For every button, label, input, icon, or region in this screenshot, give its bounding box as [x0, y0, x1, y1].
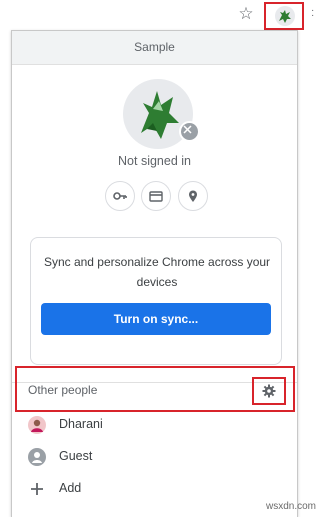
dragon-avatar-icon [279, 10, 291, 23]
sync-card: Sync and personalize Chrome across your … [30, 237, 282, 365]
sync-description: Sync and personalize Chrome across your … [43, 255, 271, 289]
plus-icon [31, 483, 43, 495]
person-name: Guest [59, 449, 93, 463]
browser-toolbar: ☆ · · [0, 0, 320, 34]
watermark-text: wsxdn.com [265, 501, 316, 512]
person-name: Dharani [59, 417, 103, 431]
star-icon[interactable]: ☆ [237, 5, 255, 23]
person-item-dharani[interactable]: Dharani [12, 409, 297, 441]
addresses-button[interactable] [178, 181, 208, 211]
payment-methods-button[interactable] [141, 181, 171, 211]
add-person-label: Add [59, 481, 82, 495]
guest-person-icon [28, 448, 46, 466]
profile-avatar-button[interactable] [275, 6, 295, 26]
avatar-photo-icon [28, 416, 46, 434]
passwords-button[interactable] [105, 181, 135, 211]
add-person-item[interactable]: Add [12, 473, 297, 505]
other-people-label: Other people [28, 383, 98, 397]
person-item-guest[interactable]: Guest [12, 441, 297, 473]
key-icon [113, 192, 127, 200]
profile-menu: Sample Not signed in Sync and personaliz… [11, 30, 298, 517]
profile-menu-header: Sample [12, 31, 297, 65]
sign-in-status: Not signed in [118, 154, 191, 168]
menu-overflow-icon[interactable]: · · [311, 6, 314, 22]
turn-on-sync-button[interactable]: Turn on sync... [41, 303, 271, 335]
location-pin-icon [189, 190, 197, 202]
sync-paused-icon [179, 121, 200, 142]
credit-card-icon [149, 191, 163, 202]
gear-icon[interactable] [262, 384, 276, 398]
